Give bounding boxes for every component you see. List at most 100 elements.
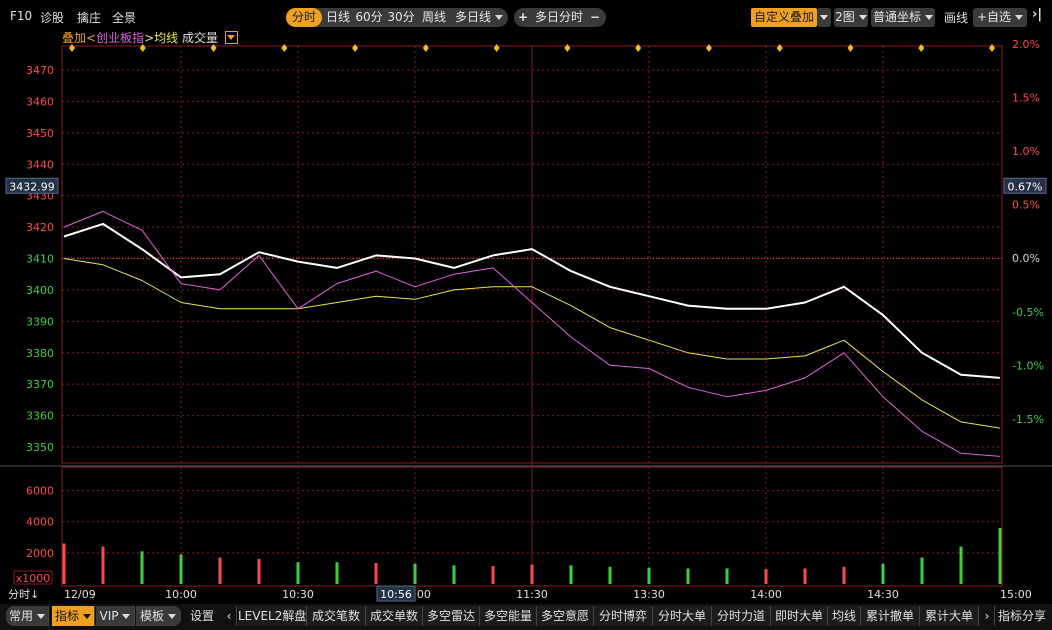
volume-bar — [725, 568, 729, 584]
event-marker — [705, 44, 712, 52]
event-marker — [352, 44, 359, 52]
indicator-tab[interactable]: 即时大单 — [771, 606, 828, 626]
x-tick-label: 12/09 — [64, 588, 96, 601]
indicator-tab[interactable]: 成交笔数 — [307, 606, 366, 626]
indicator-tab[interactable]: 成交单数 — [366, 606, 423, 626]
y-tick-label: 3440 — [26, 158, 54, 171]
y-tick-label: 3460 — [26, 95, 54, 108]
event-marker — [847, 44, 854, 52]
indicator-tab[interactable]: 均线 — [828, 606, 861, 626]
event-marker — [635, 44, 642, 52]
chevron-down-icon — [168, 614, 176, 619]
volume-bar — [374, 562, 378, 584]
y-pct-label: -1.5% — [1012, 413, 1044, 426]
y-tick-label: 3410 — [26, 253, 54, 266]
y-pct-label: 1.5% — [1012, 91, 1040, 104]
indicator-tab[interactable]: 分时力道 — [712, 606, 771, 626]
indicator-tab[interactable]: 分时博弈 — [594, 606, 653, 626]
x-tick-label: 15:00 — [1000, 588, 1032, 601]
y-pct-label: 2.0% — [1012, 38, 1040, 51]
x-tick-label: 11:30 — [516, 588, 548, 601]
scroll-right-icon[interactable]: › — [980, 606, 995, 626]
tab-vip-label: VIP — [99, 609, 119, 623]
current-price-value: 3432.99 — [9, 180, 55, 193]
event-marker — [210, 44, 217, 52]
scroll-left-icon[interactable]: ‹ — [222, 606, 237, 626]
tab-template[interactable]: 模板 — [136, 606, 181, 626]
y-pct-label: 1.0% — [1012, 145, 1040, 158]
vol-tick-label: 4000 — [26, 516, 54, 529]
indicator-share-button[interactable]: 指标分享 — [996, 606, 1048, 626]
chevron-down-icon — [122, 614, 131, 619]
volume-bar — [647, 567, 651, 584]
volume-bar — [335, 562, 339, 584]
tab-indicators-label: 指标 — [54, 609, 79, 623]
indicator-tab[interactable]: 多空雷达 — [423, 606, 480, 626]
volume-bar — [608, 566, 612, 584]
y-tick-label: 3370 — [26, 378, 54, 391]
event-marker — [989, 44, 995, 52]
y-pct-label: 0.5% — [1012, 199, 1040, 212]
crosshair-time-value: 10:56 — [380, 588, 412, 601]
indicator-tab[interactable]: 累计撤单 — [861, 606, 920, 626]
volume-bar — [62, 543, 66, 584]
volume-bar — [842, 566, 846, 584]
event-marker — [493, 44, 500, 52]
event-marker — [564, 44, 571, 52]
volume-bar — [881, 563, 885, 584]
x-tick-label: 14:30 — [867, 588, 899, 601]
y-tick-label: 3470 — [26, 64, 54, 77]
vol-tick-label: 2000 — [26, 547, 54, 560]
volume-bar — [491, 566, 495, 584]
volume-bar — [413, 563, 417, 584]
volume-bar — [920, 557, 924, 584]
volume-bar — [218, 557, 222, 584]
y-pct-label: -0.5% — [1012, 306, 1044, 319]
x-tick-label: 10:00 — [165, 588, 197, 601]
volume-bar — [101, 546, 105, 584]
event-marker — [422, 44, 429, 52]
vol-tick-label: 6000 — [26, 485, 54, 498]
volume-bar — [569, 565, 573, 584]
current-pct-value: 0.67% — [1008, 180, 1043, 193]
volume-bar — [452, 565, 456, 584]
volume-bar — [764, 569, 768, 584]
unit-label: x1000 — [16, 572, 51, 585]
chart-grid — [0, 45, 1052, 587]
event-marker — [918, 44, 925, 52]
volume-bar — [803, 568, 807, 584]
tab-indicators[interactable]: 指标 — [52, 606, 95, 626]
volume-bar — [257, 559, 261, 584]
y-tick-label: 3390 — [26, 315, 54, 328]
tab-template-label: 模板 — [139, 609, 164, 623]
y-pct-label: -1.0% — [1012, 359, 1044, 372]
event-marker — [776, 44, 783, 52]
indicator-tab[interactable]: 多空能量 — [480, 606, 537, 626]
bottom-tab-bar: 常用 指标 VIP 模板 设置 ‹ LEVEL2解盘 成交笔数 成交单数 多空雷达 多空… — [0, 604, 1052, 630]
indicator-tab[interactable]: LEVEL2解盘 — [238, 606, 307, 626]
chevron-down-icon — [37, 614, 45, 619]
event-marker — [69, 44, 75, 52]
volume-bar — [998, 527, 1002, 584]
tab-common-label: 常用 — [8, 609, 33, 623]
indicator-tab[interactable]: 多空意愿 — [537, 606, 594, 626]
volume-bar — [686, 568, 690, 584]
y-pct-label: 0.0% — [1012, 252, 1040, 265]
event-marker — [281, 44, 288, 52]
tab-vip[interactable]: VIP — [96, 606, 135, 626]
chart-labels: 3470346034503440343034203410340033903380… — [5, 38, 1047, 602]
volume-bar — [530, 564, 534, 584]
x-tick-label: 13:30 — [633, 588, 665, 601]
tab-settings[interactable]: 设置 — [186, 606, 218, 626]
chevron-down-icon — [83, 614, 91, 619]
x-tick-label: 10:30 — [282, 588, 314, 601]
y-tick-label: 3380 — [26, 347, 54, 360]
intraday-down-label: 分时↓ — [8, 588, 39, 601]
y-tick-label: 3350 — [26, 441, 54, 454]
tab-common[interactable]: 常用 — [6, 606, 49, 626]
x-tick-label: 14:00 — [750, 588, 782, 601]
indicator-tab[interactable]: 分时大单 — [653, 606, 712, 626]
intraday-chart[interactable]: 3470346034503440343034203410340033903380… — [0, 0, 1052, 604]
volume-bar — [296, 562, 300, 584]
indicator-tab[interactable]: 累计大单 — [920, 606, 979, 626]
